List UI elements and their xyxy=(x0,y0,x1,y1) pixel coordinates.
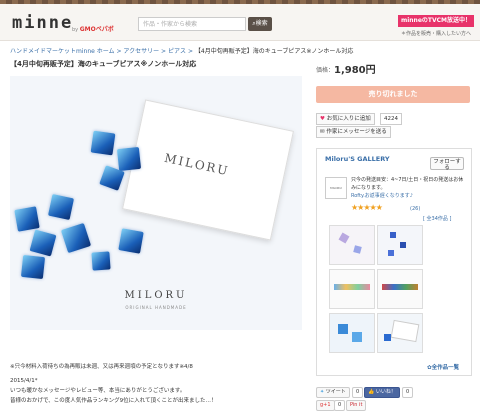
shop-thumb[interactable] xyxy=(329,269,375,309)
twitter-icon: ✦ xyxy=(320,389,325,395)
cube-earring xyxy=(14,206,40,232)
thumb-graphic xyxy=(388,250,394,256)
thumb-graphic xyxy=(352,332,362,342)
all-items-count-link[interactable]: [ 全34作品 ] xyxy=(423,215,451,222)
shop-notice-text: 只今の発送目安：4~7日/土日・祝日の発送はお休みになります。 xyxy=(351,177,464,191)
cube-earring xyxy=(20,254,46,280)
shop-panel: Miloru'S GALLERY フォローする MILORU 只今の発送目安：4… xyxy=(316,148,472,376)
shop-thumb[interactable] xyxy=(377,269,423,309)
tvcm-banner[interactable]: minneのTVCM放送中！ xyxy=(398,15,474,27)
product-photo[interactable]: MILORU MILORU ORIGINAL HANDMADE xyxy=(10,76,302,330)
message-button[interactable]: ✉ 作家にメッセージを送る xyxy=(316,126,391,138)
price-value: 1,980円 xyxy=(334,65,376,76)
thumb-graphic xyxy=(338,232,350,244)
description-line: 2015/4/1* xyxy=(10,378,38,384)
tweet-count: 0 xyxy=(352,387,364,398)
like-count: 0 xyxy=(402,387,414,398)
description-line: 皆様のおかげで、この度人気作品ランキング9位に入れて頂くことが出来ました…！ xyxy=(10,398,217,404)
logo-byline: by GMOペパボ xyxy=(72,24,114,33)
cube-earring xyxy=(90,130,116,156)
description-line: いつも暖かなメッセージやレビュー等、本当にありがとうございます。 xyxy=(10,388,186,394)
facebook-like-button[interactable]: 👍 いいね！ xyxy=(364,387,400,398)
shop-logo[interactable]: MILORU xyxy=(325,177,347,199)
logo-by-text: by xyxy=(72,27,79,33)
cube-earring xyxy=(29,229,57,257)
thumb-graphic xyxy=(390,232,396,238)
breadcrumb-sep: > xyxy=(187,48,193,55)
thumb-graphic xyxy=(384,334,391,341)
tweet-label: ツイート xyxy=(325,389,346,395)
cube-earring xyxy=(47,193,75,221)
cube-earring xyxy=(60,222,92,254)
rating-count-link[interactable]: (26) xyxy=(410,206,420,212)
shop-notice: 只今の発送目安：4~7日/土日・祝日の発送はお休みになります。 Rofty.お返… xyxy=(351,176,467,200)
site-header: minne by GMOペパボ 作品・作家から検索 ⌕検索 minneのTVCM… xyxy=(0,4,480,41)
breadcrumb-sep: > xyxy=(116,48,122,55)
envelope-icon: ✉ xyxy=(320,129,325,135)
search-input[interactable]: 作品・作家から検索 xyxy=(138,17,246,31)
breadcrumb: ハンドメイドマーケットminne ホーム > アクセサリー > ピアス > 【4… xyxy=(10,46,353,55)
shop-thumb[interactable] xyxy=(329,225,375,265)
favorite-label: お気に入りに追加 xyxy=(326,116,371,122)
thumb-graphic xyxy=(353,245,362,254)
shop-notice-link[interactable]: Rofty.お返事遅くなります♪ xyxy=(351,193,413,199)
message-label: 作家にメッセージを送る xyxy=(326,129,387,135)
favorite-button[interactable]: ♥ お気に入りに追加 xyxy=(316,113,375,125)
sold-out-button[interactable]: 売り切れました xyxy=(316,86,470,103)
shop-thumb[interactable] xyxy=(329,313,375,353)
photo-brand-text: MILORU xyxy=(124,290,188,301)
favorite-count: 4224 xyxy=(380,113,402,125)
breadcrumb-sep: > xyxy=(161,48,167,55)
minne-logo[interactable]: minne xyxy=(12,13,73,33)
cube-earring xyxy=(91,251,111,271)
logo-company: GMOペパボ xyxy=(79,26,114,33)
cube-earring xyxy=(118,228,144,254)
thumb-graphic xyxy=(338,324,348,334)
product-description: ※只今材料入荷待ちの為再販は未週、又は再来週頃の予定となります※4/8 2015… xyxy=(10,362,302,406)
thumbs-up-icon: 👍 xyxy=(368,389,375,395)
tweet-button[interactable]: ✦ ツイート xyxy=(316,387,350,398)
shop-thumb[interactable] xyxy=(377,225,423,265)
breadcrumb-pierce[interactable]: ピアス xyxy=(168,48,186,55)
all-items-link[interactable]: ✿全作品一覧 xyxy=(427,363,459,371)
breadcrumb-home[interactable]: ハンドメイドマーケットminne ホーム xyxy=(10,48,115,55)
shop-thumb[interactable] xyxy=(377,313,423,353)
pinterest-button[interactable]: Pin it xyxy=(346,400,367,411)
card-brand-text: MILORU xyxy=(163,150,231,179)
heart-icon: ♥ xyxy=(320,116,325,122)
gplus-button[interactable]: g+1 xyxy=(316,400,335,411)
follow-button[interactable]: フォローする xyxy=(430,157,464,171)
like-label: いいね！ xyxy=(375,389,396,395)
search-button[interactable]: ⌕検索 xyxy=(248,17,272,31)
cube-earring xyxy=(116,146,142,172)
rating-stars: ★★★★★ xyxy=(351,203,383,212)
description-line: ※只今材料入荷待ちの為再販は未週、又は再来週頃の予定となります※4/8 xyxy=(10,364,193,370)
search-button-label: 検索 xyxy=(255,20,268,27)
tvcm-sub-link[interactable]: ＊作品を販売・購入したい方へ xyxy=(400,30,472,37)
thumb-graphic xyxy=(334,284,370,290)
shop-name-link[interactable]: Miloru'S GALLERY xyxy=(325,155,390,163)
breadcrumb-current: 【4月中旬再販予定】海のキューブピアス※ノンホール対応 xyxy=(194,48,354,55)
brand-card: MILORU xyxy=(122,99,294,241)
price-label: 価格： xyxy=(316,67,335,74)
product-title: 【4月中旬再販予定】海のキューブピアス※ノンホール対応 xyxy=(10,60,197,68)
thumb-graphic xyxy=(382,284,418,290)
breadcrumb-accessory[interactable]: アクセサリー xyxy=(123,48,159,55)
thumb-graphic xyxy=(390,319,420,343)
thumb-graphic xyxy=(400,242,406,248)
gplus-count: 0 xyxy=(334,400,346,411)
photo-brand-subtext: ORIGINAL HANDMADE xyxy=(125,305,187,310)
